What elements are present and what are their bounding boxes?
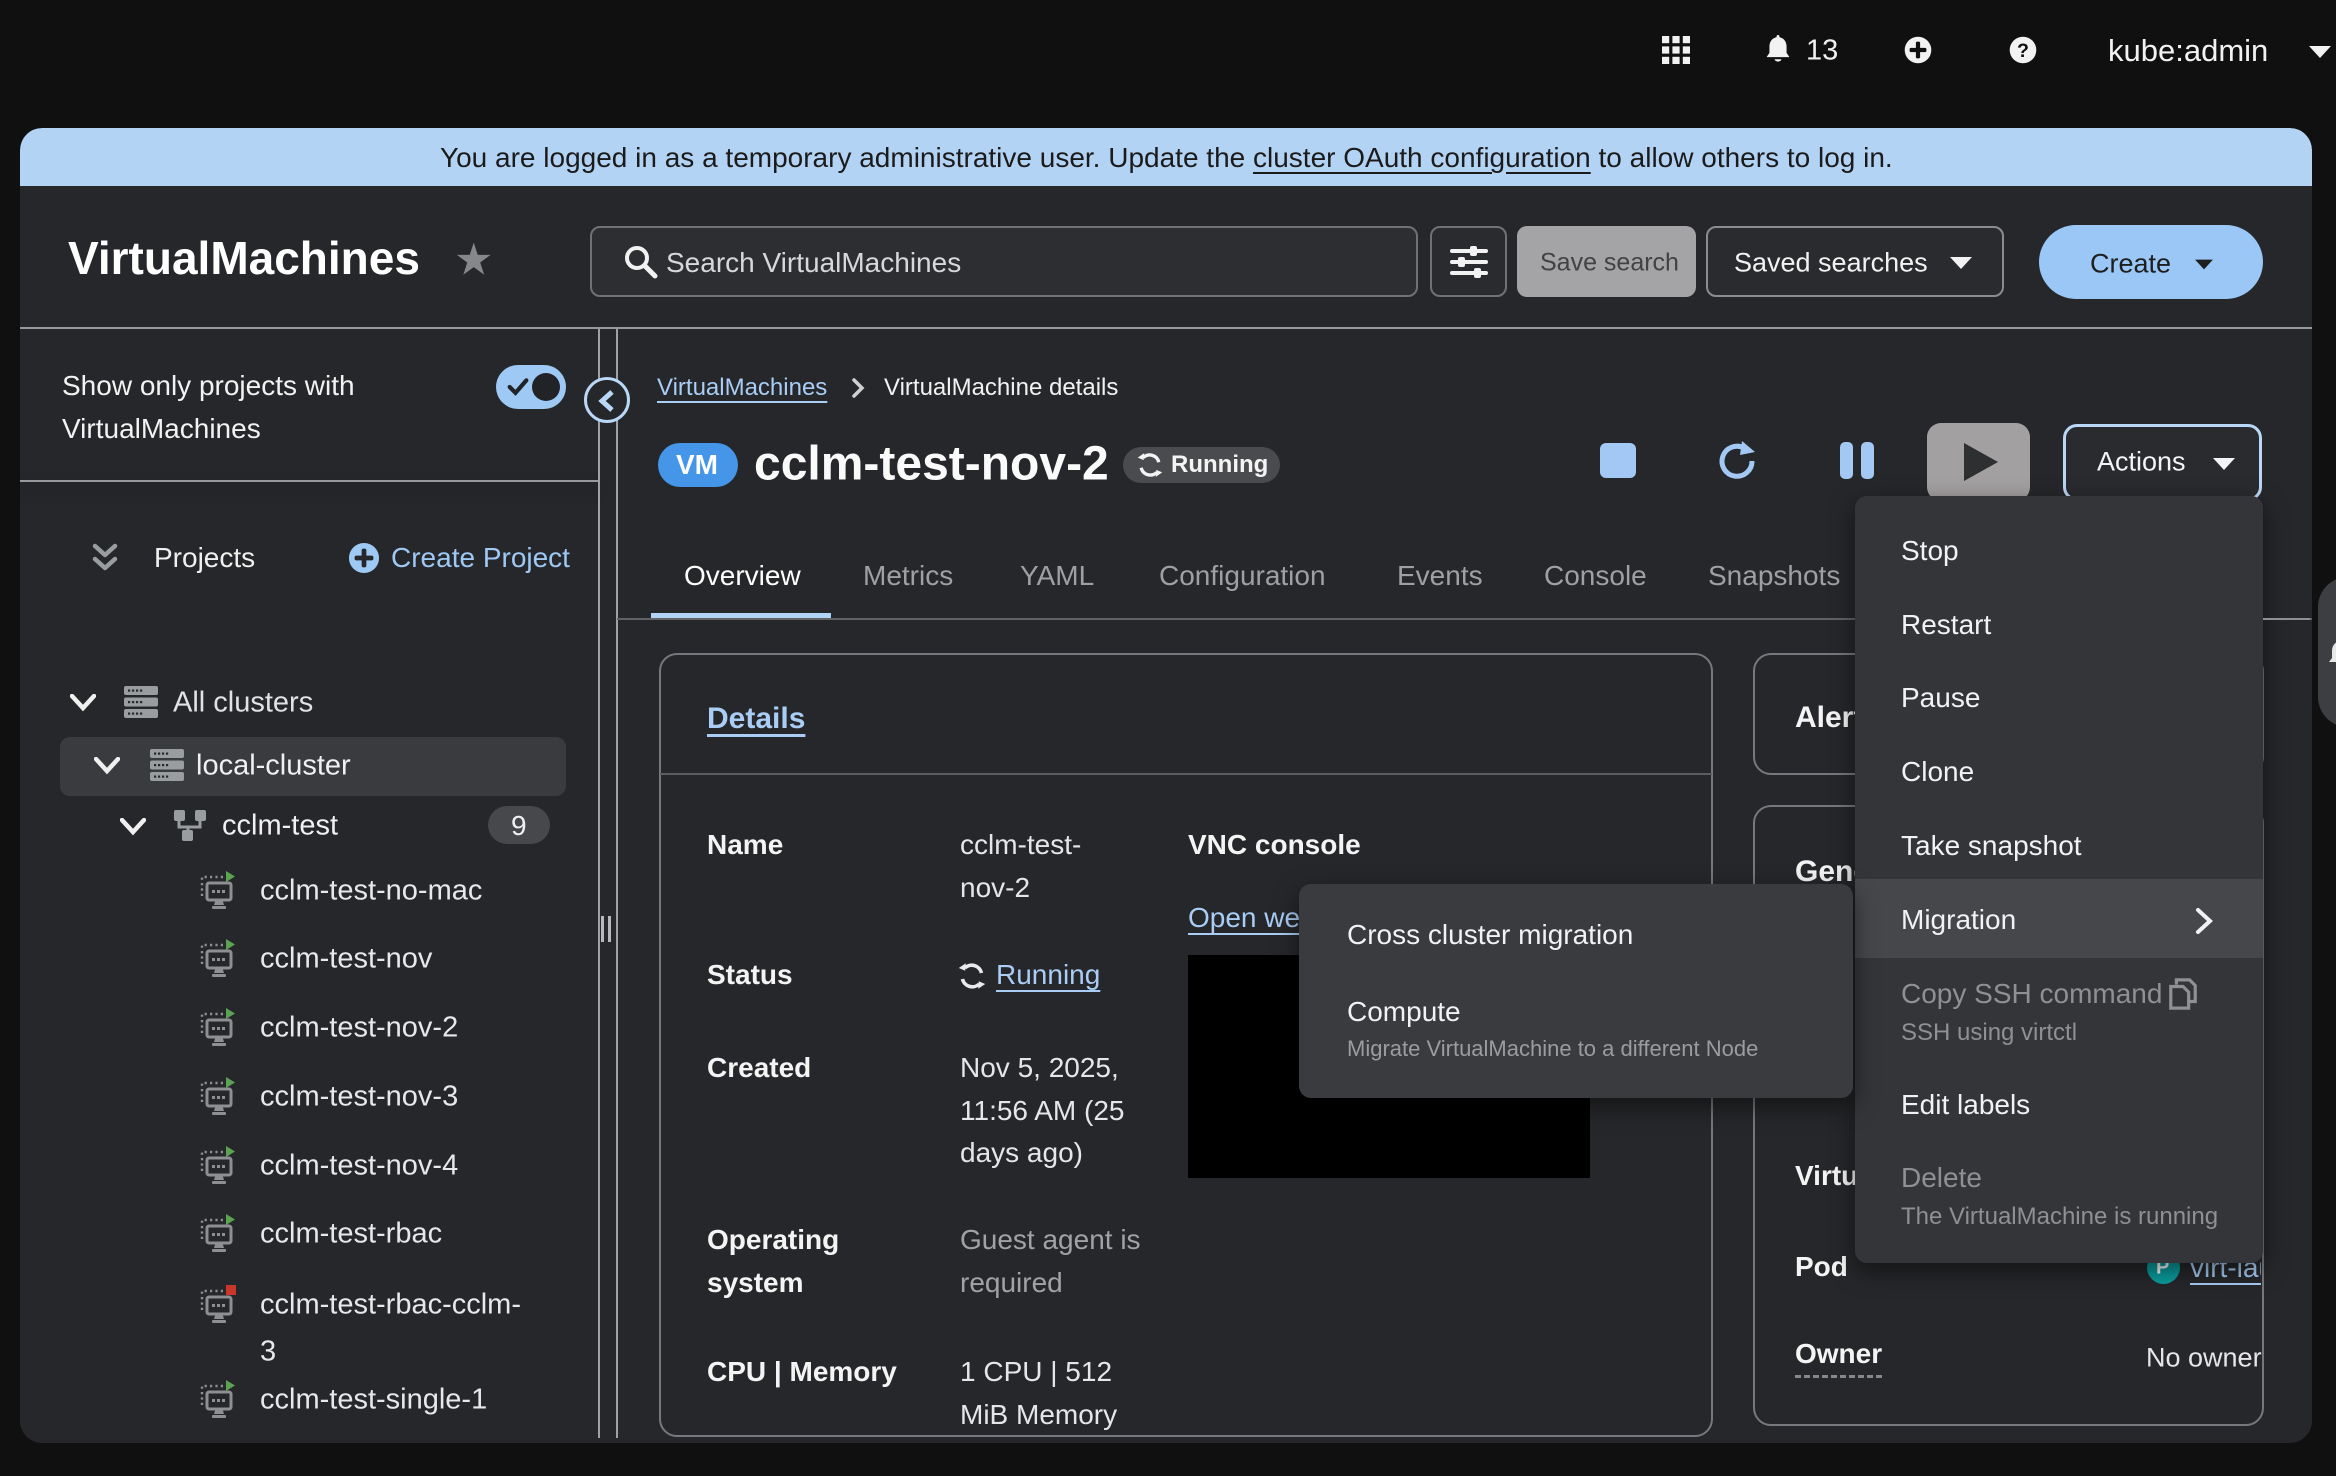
svg-text:?: ?: [2017, 40, 2029, 62]
